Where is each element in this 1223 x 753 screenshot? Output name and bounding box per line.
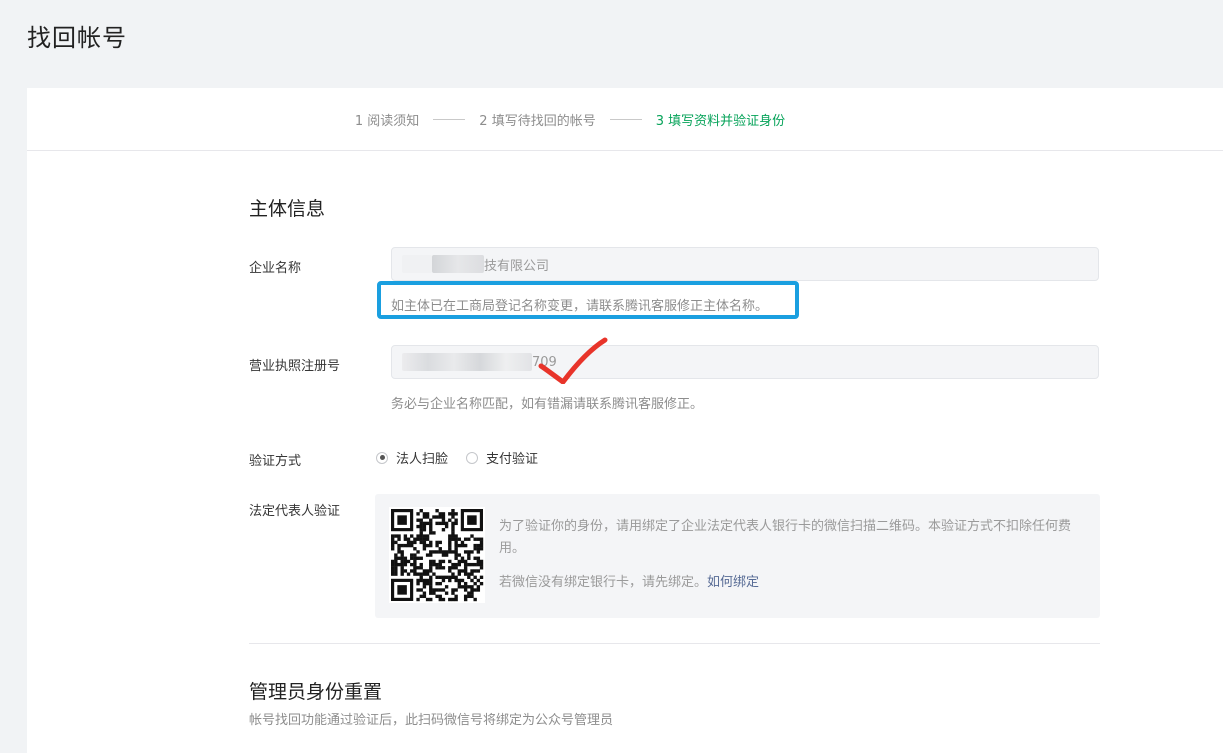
step-2: 2 填写待找回的帐号 bbox=[479, 113, 596, 129]
admin-section-subtitle: 帐号找回功能通过验证后，此扫码微信号将绑定为公众号管理员 bbox=[249, 713, 614, 728]
redacted-blur bbox=[402, 353, 532, 371]
radio-checked-icon bbox=[376, 451, 388, 464]
red-checkmark-icon bbox=[538, 337, 608, 384]
legal-rep-description: 为了验证你的身份，请用绑定了企业法定代表人银行卡的微信扫描二维码。本验证方式不扣… bbox=[499, 519, 1072, 556]
radio-payment[interactable]: 支付验证 bbox=[466, 448, 538, 467]
redacted-blur bbox=[432, 255, 484, 273]
company-name-value: 技有限公司 bbox=[484, 258, 550, 274]
step-separator bbox=[609, 118, 642, 120]
annotation-highlight-box bbox=[377, 281, 799, 319]
step-3: 3 填写资料并验证身份 bbox=[655, 113, 786, 129]
license-number-field[interactable]: 709 bbox=[391, 345, 1099, 379]
verify-method-label: 验证方式 bbox=[249, 454, 302, 469]
verify-method-options: 法人扫脸 支付验证 bbox=[376, 448, 556, 467]
qr-code-image bbox=[389, 507, 485, 603]
license-number-label: 营业执照注册号 bbox=[249, 359, 341, 374]
bind-hint: 若微信没有绑定银行卡，请先绑定。 bbox=[499, 575, 708, 590]
legal-rep-panel: 为了验证你的身份，请用绑定了企业法定代表人银行卡的微信扫描二维码。本验证方式不扣… bbox=[375, 494, 1100, 618]
bind-hint-line: 若微信没有绑定银行卡，请先绑定。如何绑定 bbox=[499, 571, 759, 590]
page-title: 找回帐号 bbox=[27, 24, 127, 52]
subject-section-title: 主体信息 bbox=[249, 198, 326, 220]
legal-rep-label: 法定代表人验证 bbox=[249, 504, 341, 519]
step-indicator: 1 阅读须知 2 填写待找回的帐号 3 填写资料并验证身份 bbox=[27, 88, 1223, 151]
radio-face-scan-label: 法人扫脸 bbox=[396, 452, 449, 467]
step-separator bbox=[433, 118, 466, 120]
license-number-hint: 务必与企业名称匹配，如有错漏请联系腾讯客服修正。 bbox=[391, 397, 704, 412]
admin-section-title: 管理员身份重置 bbox=[249, 681, 383, 703]
redacted-blur bbox=[402, 255, 432, 273]
company-name-label: 企业名称 bbox=[249, 261, 302, 276]
radio-payment-label: 支付验证 bbox=[486, 452, 539, 467]
radio-unchecked-icon bbox=[466, 451, 479, 464]
main-card: 1 阅读须知 2 填写待找回的帐号 3 填写资料并验证身份 主体信息 企业名称 … bbox=[27, 88, 1223, 753]
how-to-bind-link[interactable]: 如何绑定 bbox=[707, 575, 759, 590]
section-divider bbox=[249, 643, 1100, 644]
radio-face-scan[interactable]: 法人扫脸 bbox=[376, 448, 448, 467]
step-1: 1 阅读须知 bbox=[354, 113, 420, 129]
company-name-field[interactable]: 技有限公司 bbox=[391, 247, 1099, 281]
